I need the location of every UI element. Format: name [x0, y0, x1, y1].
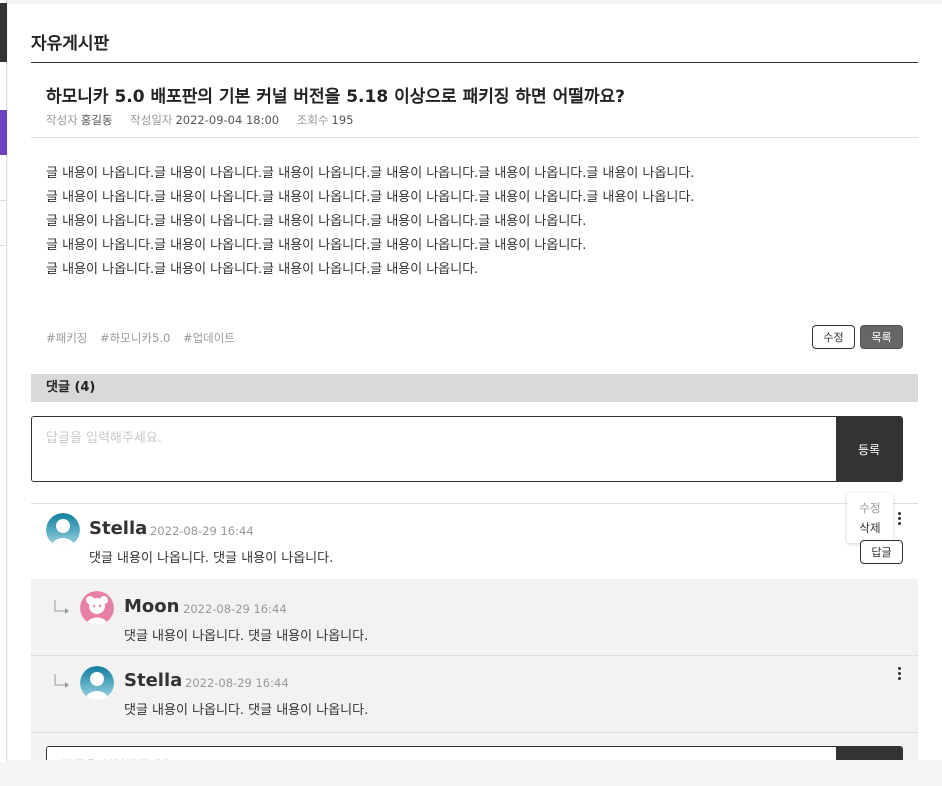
avatar — [80, 591, 114, 625]
reply-register-button[interactable] — [836, 747, 902, 760]
views-label: 조회수 — [296, 113, 329, 127]
board-detail-page: 자유게시판 하모니카 5.0 배포판의 기본 커널 버전을 5.18 이상으로 … — [8, 4, 942, 760]
user-avatar-icon — [80, 591, 114, 625]
comment-author: Stella — [89, 518, 148, 539]
comment-input[interactable] — [32, 417, 837, 481]
left-rail — [0, 0, 7, 762]
reply-divider — [31, 732, 918, 733]
reply-text: 댓글 내용이 나옵니다. 댓글 내용이 나옵니다. — [124, 703, 369, 718]
post-body-line: 글 내용이 나옵니다.글 내용이 나옵니다.글 내용이 나옵니다.글 내용이 나… — [46, 238, 587, 253]
tag[interactable]: #패키징 — [46, 331, 87, 345]
reply-date: 2022-08-29 16:44 — [185, 676, 289, 690]
comment-register-button[interactable]: 등록 — [836, 417, 902, 481]
menu-item-edit[interactable]: 수정 — [847, 498, 893, 518]
reply-arrow-icon — [54, 674, 69, 688]
list-button[interactable]: 목록 — [860, 325, 903, 349]
title-divider — [31, 62, 918, 63]
post-meta: 작성자 홍길동 작성일자 2022-09-04 18:00 조회수 195 — [46, 112, 367, 128]
page-title: 자유게시판 — [31, 34, 110, 54]
left-rail-divider — [0, 200, 7, 201]
reply-input[interactable] — [47, 747, 837, 760]
reply-button[interactable]: 답글 — [860, 540, 903, 564]
avatar — [46, 513, 80, 547]
post-body-line: 글 내용이 나옵니다.글 내용이 나옵니다.글 내용이 나옵니다.글 내용이 나… — [46, 262, 479, 277]
left-rail-dark-bar — [0, 3, 7, 62]
views-value: 195 — [331, 113, 354, 127]
post-title: 하모니카 5.0 배포판의 기본 커널 버전을 5.18 이상으로 패키징 하면… — [46, 87, 626, 107]
left-rail-divider — [0, 245, 7, 246]
comment-date: 2022-08-29 16:44 — [150, 524, 254, 538]
date-label: 작성일자 — [130, 113, 173, 127]
menu-item-delete[interactable]: 삭제 — [847, 518, 893, 538]
comment-list-divider — [31, 503, 918, 504]
comment-options-menu: 수정 삭제 — [847, 493, 893, 543]
reply-date: 2022-08-29 16:44 — [183, 602, 287, 616]
meta-divider — [31, 137, 918, 138]
more-options-icon[interactable] — [893, 510, 905, 526]
user-avatar-icon — [46, 513, 80, 547]
reply-text: 댓글 내용이 나옵니다. 댓글 내용이 나옵니다. — [124, 629, 369, 644]
post-body: 글 내용이 나옵니다.글 내용이 나옵니다.글 내용이 나옵니다.글 내용이 나… — [46, 162, 694, 282]
post-body-line: 글 내용이 나옵니다.글 내용이 나옵니다.글 내용이 나옵니다.글 내용이 나… — [46, 190, 695, 205]
tag[interactable]: #하모니카5.0 — [100, 331, 170, 345]
reply-author: Moon — [124, 596, 180, 617]
date-value: 2022-09-04 18:00 — [175, 113, 280, 127]
reply-arrow-icon — [54, 600, 69, 614]
more-options-icon[interactable] — [893, 665, 905, 681]
edit-post-button[interactable]: 수정 — [812, 325, 855, 349]
reply-divider — [31, 655, 918, 656]
tag[interactable]: #업데이트 — [183, 331, 235, 345]
author-value: 홍길동 — [80, 113, 113, 127]
comment-form: 등록 — [31, 416, 903, 482]
comment-count-header: 댓글 (4) — [31, 374, 918, 402]
left-rail-active-indicator — [0, 110, 7, 155]
comment-text: 댓글 내용이 나옵니다. 댓글 내용이 나옵니다. — [89, 551, 334, 566]
tag-list: #패키징 #하모니카5.0 #업데이트 — [46, 330, 244, 346]
reply-author: Stella — [124, 670, 183, 691]
post-body-line: 글 내용이 나옵니다.글 내용이 나옵니다.글 내용이 나옵니다.글 내용이 나… — [46, 214, 587, 229]
author-label: 작성자 — [46, 113, 78, 127]
post-body-line: 글 내용이 나옵니다.글 내용이 나옵니다.글 내용이 나옵니다.글 내용이 나… — [46, 166, 695, 181]
user-avatar-icon — [80, 666, 114, 700]
avatar — [80, 666, 114, 700]
reply-form — [46, 746, 903, 760]
